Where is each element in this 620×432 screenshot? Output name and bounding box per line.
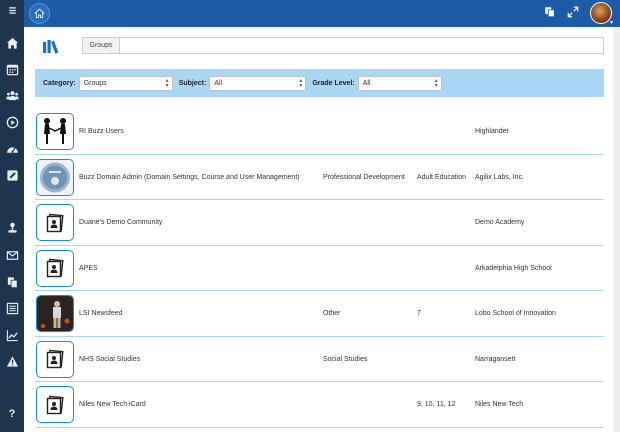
group-subject: Other [323,310,341,318]
home-icon[interactable] [4,35,20,51]
edit-icon[interactable] [4,167,20,183]
list-item[interactable]: Niles New Tech iCard 9, 10, 11, 12 Niles… [35,382,604,428]
mail-icon[interactable] [4,247,20,263]
group-name[interactable]: Niles New Tech iCard [79,382,146,428]
category-select[interactable]: Groups ▴ ▾ [78,75,173,91]
group-school: Niles New Tech [475,401,524,409]
warning-icon[interactable] [4,353,20,369]
select-caret-icon: ▴ ▾ [434,77,438,89]
photo-image [36,295,74,332]
search-input[interactable] [120,37,604,54]
filter-bar: Category: Groups ▴ ▾ Subject: All ▴ ▾ Grad… [35,69,604,97]
play-icon[interactable] [4,114,20,130]
menu-icon[interactable] [4,4,20,16]
select-caret-icon: ▴ ▾ [299,77,303,89]
grade-level-select[interactable]: All ▴ ▾ [357,75,442,91]
home-button[interactable] [29,3,50,24]
grade-level-label: Grade Level: [312,79,355,87]
badge-image [36,158,74,196]
copy-icon[interactable] [544,6,556,21]
group-placeholder-icon [36,340,74,378]
category-value: Groups [83,79,107,87]
files-icon[interactable] [4,274,20,290]
help-icon[interactable]: ? [4,406,20,422]
group-school: Demo Academy [475,219,525,227]
list-item[interactable]: Buzz Domain Admin (Domain Settings, Cour… [35,155,604,201]
handshake-image [36,113,74,150]
help-label: ? [8,408,16,420]
group-grade: Adult Education [417,173,467,181]
group-grade: 7 [417,310,421,318]
subject-value: All [214,79,223,87]
group-name[interactable]: Buzz Domain Admin (Domain Settings, Cour… [79,155,300,201]
list-item[interactable]: NHS Social Studies Social Studies Narrag… [35,337,604,383]
group-school: Lobo School of Innovation [475,310,556,318]
search-bar: Groups [82,37,604,54]
users-icon[interactable] [4,87,20,103]
search-scope-label[interactable]: Groups [82,37,120,54]
caret-down-icon: ▾ [609,20,613,26]
top-bar: ▾ [24,0,620,27]
select-caret-icon: ▴ ▾ [165,77,169,89]
list-item[interactable]: RI Buzz Users Highlander [35,109,604,155]
list-item[interactable]: Duane's Demo Community Demo Academy [35,200,604,246]
scrollbar[interactable] [613,27,620,432]
calendar-icon[interactable] [4,61,20,77]
upload-icon[interactable] [4,219,20,235]
expand-icon[interactable] [567,6,579,21]
group-name[interactable]: RI Buzz Users [79,109,124,155]
subject-label: Subject: [178,79,207,87]
category-label: Category: [43,79,76,87]
group-list: RI Buzz Users Highlander Buzz Domain Adm… [35,109,604,428]
group-school: Highlander [475,128,509,136]
group-school: Agilix Labs, Inc. [475,173,525,181]
group-name[interactable]: APES [79,246,98,292]
sidebar: ? [0,0,24,432]
avatar[interactable]: ▾ [590,2,613,26]
group-name[interactable]: Duane's Demo Community [79,200,162,246]
group-subject: Professional Development [323,173,405,181]
chart-icon[interactable] [4,327,20,343]
group-placeholder-icon [36,386,74,423]
home-icon [34,8,45,18]
dashboard-icon[interactable] [4,141,20,157]
list-item[interactable]: LSI Newsfeed Other 7 Lobo School of Inno… [35,291,604,337]
library-logo-icon [43,40,59,54]
group-school: Narragansett [475,355,516,363]
group-placeholder-icon [36,204,74,241]
group-name[interactable]: NHS Social Studies [79,337,140,383]
list-icon[interactable] [4,300,20,316]
group-name[interactable]: LSI Newsfeed [79,291,123,337]
main-panel: Groups Category: Groups ▴ ▾ Subject: All … [24,27,613,432]
grade-level-value: All [362,79,371,87]
group-subject: Social Studies [323,355,368,363]
group-placeholder-icon [36,249,74,287]
list-item[interactable]: APES Arkadelphia High School [35,246,604,292]
subject-select[interactable]: All ▴ ▾ [209,75,307,91]
group-grade: 9, 10, 11, 12 [417,401,456,409]
group-school: Arkadelphia High School [475,264,552,272]
